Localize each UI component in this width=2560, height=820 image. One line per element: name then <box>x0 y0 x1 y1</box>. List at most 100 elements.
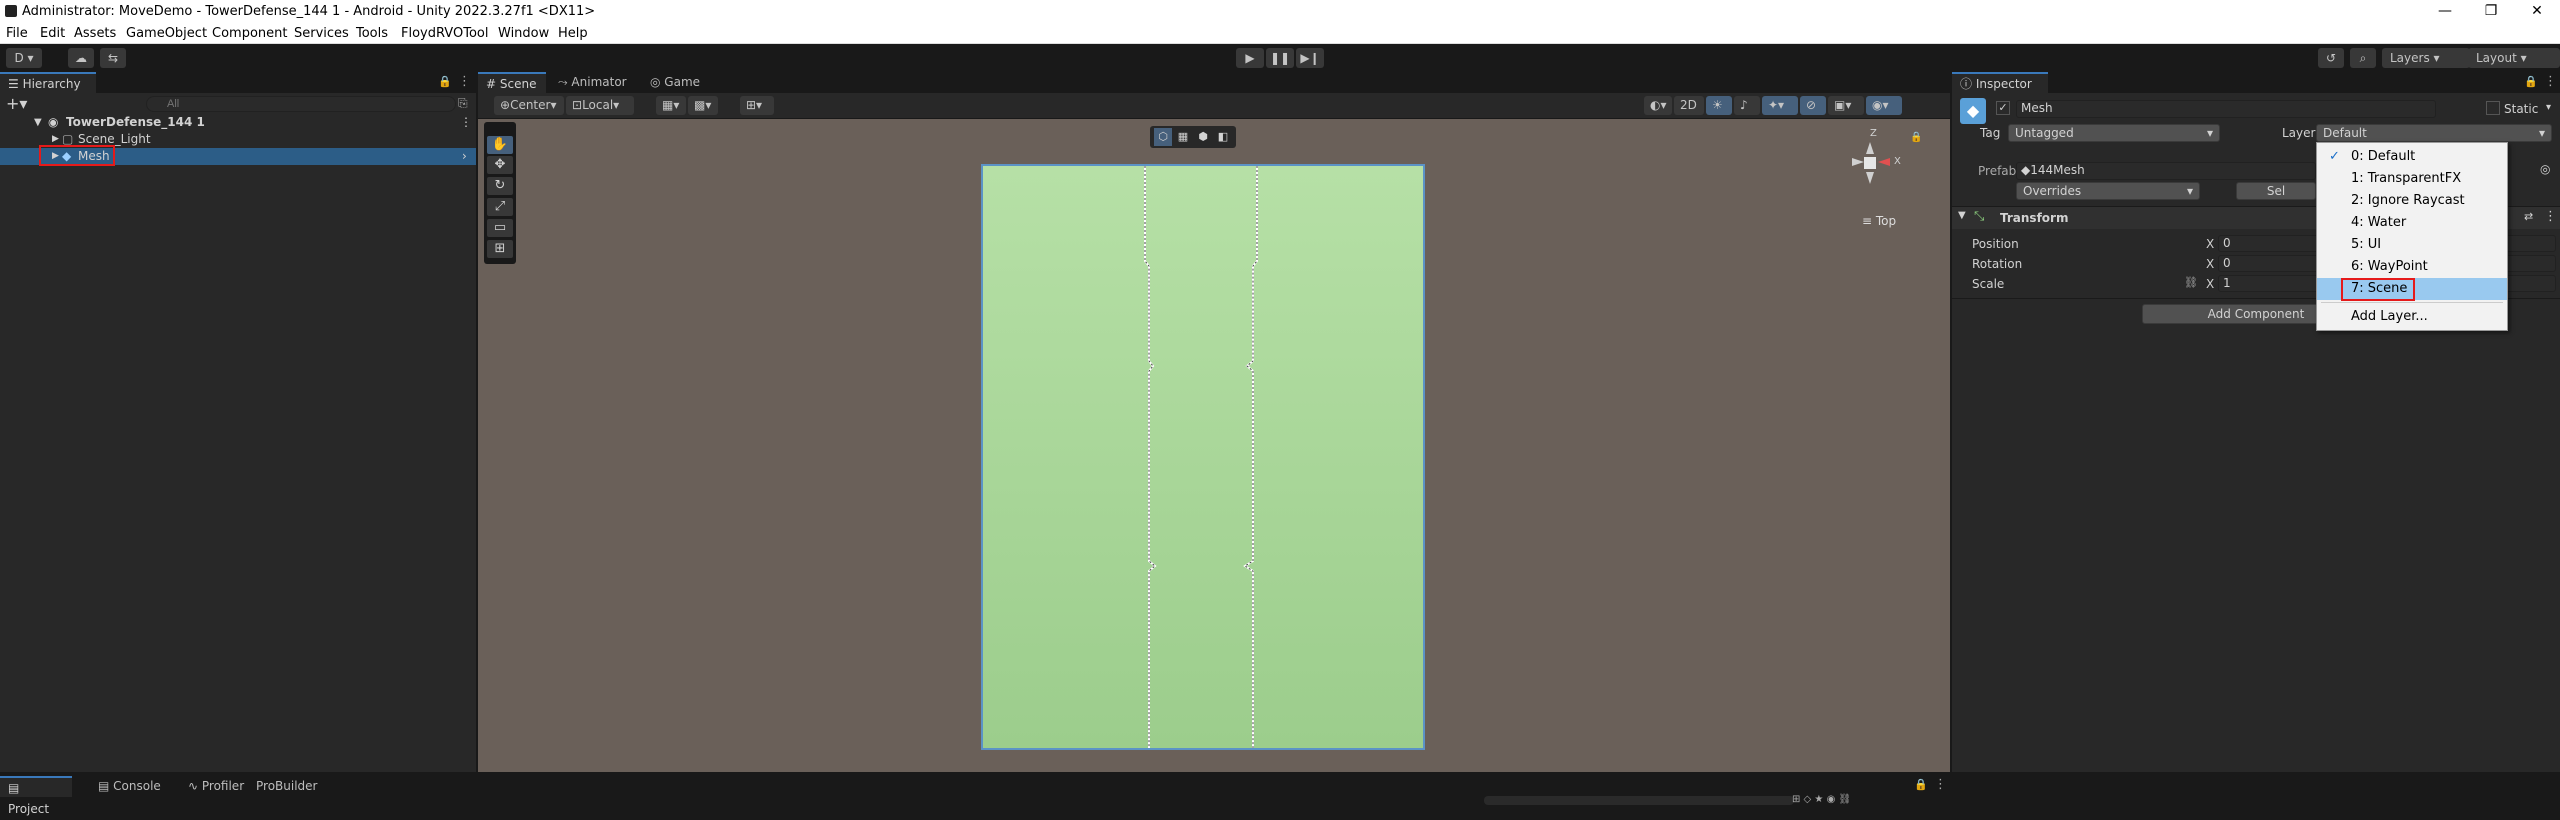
add-layer-option[interactable]: Add Layer... <box>2317 306 2507 328</box>
active-checkbox[interactable]: ✓ <box>1996 101 2010 115</box>
mesh-plane[interactable] <box>981 164 1425 750</box>
tab-hierarchy[interactable]: ☰ Hierarchy <box>0 72 96 93</box>
menu-help[interactable]: Help <box>558 26 588 41</box>
menu-window[interactable]: Window <box>498 26 549 41</box>
tab-project[interactable]: ▤ Project <box>0 776 72 816</box>
pause-button[interactable]: ❚❚ <box>1266 48 1294 68</box>
create-plus-icon[interactable]: +▾ <box>6 94 27 113</box>
layer-option-ui[interactable]: 5: UI <box>2317 234 2507 256</box>
rotate-tool-icon[interactable]: ↻ <box>487 177 513 195</box>
tag-dropdown[interactable]: Untagged ▾ <box>2008 124 2220 142</box>
hierarchy-scene-row[interactable]: ▼ ◉ TowerDefense_144 1 ⋮ <box>0 114 476 131</box>
gizmo-center-cube-icon[interactable] <box>1864 157 1876 169</box>
object-name-field[interactable]: Mesh <box>2016 100 2436 118</box>
effects-toggle-icon[interactable]: ✦▾ <box>1762 96 1798 115</box>
gizmos-toggle-icon[interactable]: ◉▾ <box>1866 96 1902 115</box>
layer-option-default[interactable]: ✓ 0: Default <box>2317 146 2507 168</box>
step-button[interactable]: ▶❙ <box>1296 48 1324 68</box>
prefab-select-button[interactable]: Sel <box>2236 182 2316 200</box>
scale-link-icon[interactable]: ⛓ <box>2184 276 2198 289</box>
scene-more-icon[interactable]: ⋮ <box>460 114 472 131</box>
lock-icon[interactable]: 🔒 <box>438 75 452 88</box>
menu-component[interactable]: Component <box>212 26 287 41</box>
tab-game[interactable]: ◎ Game <box>642 72 712 93</box>
prefab-target-icon[interactable]: ◎ <box>2540 162 2550 176</box>
tab-console[interactable]: ▤ Console <box>90 776 170 797</box>
account-dropdown[interactable]: D ▾ <box>6 48 42 68</box>
scene-visibility-icon[interactable]: ⊘ <box>1800 96 1826 115</box>
layer-option-ignore-raycast[interactable]: 2: Ignore Raycast <box>2317 190 2507 212</box>
bottom-more-icon[interactable]: ⋮ <box>1934 777 1947 792</box>
menu-assets[interactable]: Assets <box>74 26 116 41</box>
static-checkbox[interactable] <box>2486 101 2500 115</box>
draw-mode-icon[interactable]: ◐▾ <box>1644 96 1672 115</box>
toggle-2d-button[interactable]: 2D <box>1674 96 1704 115</box>
layer-option-water[interactable]: 4: Water <box>2317 212 2507 234</box>
menu-gameobject[interactable]: GameObject <box>126 26 207 41</box>
gizmo-arrow-neg-x-icon[interactable] <box>1852 158 1864 166</box>
view-grid-icon[interactable]: ▦ <box>1174 128 1192 146</box>
search-icon[interactable]: ⌕ <box>2350 48 2376 68</box>
gizmo-arrow-x-icon[interactable] <box>1878 158 1890 166</box>
project-filter-icons[interactable]: ⊞ ◇ ★ ◉ ⛓ <box>1792 794 1851 805</box>
layer-option-waypoint[interactable]: 6: WayPoint <box>2317 256 2507 278</box>
menu-file[interactable]: File <box>6 26 28 41</box>
layer-dropdown[interactable]: Default ▾ <box>2316 124 2552 142</box>
more-options-icon[interactable]: ⋮ <box>458 74 471 89</box>
view-mesh-icon[interactable]: ⬢ <box>1194 128 1212 146</box>
transform-more-icon[interactable]: ⋮ <box>2544 209 2557 224</box>
inspector-more-icon[interactable]: ⋮ <box>2544 74 2557 89</box>
layout-dropdown[interactable]: Layout ▾ <box>2468 48 2560 68</box>
play-button[interactable]: ▶ <box>1236 48 1264 68</box>
layers-dropdown[interactable]: Layers ▾ <box>2382 48 2470 68</box>
tab-inspector[interactable]: ⓘ Inspector <box>1952 72 2048 93</box>
audio-toggle-icon[interactable]: ♪ <box>1734 96 1760 115</box>
tab-probuilder[interactable]: ProBuilder <box>248 776 340 797</box>
undo-history-icon[interactable]: ↺ <box>2318 48 2344 68</box>
filter-icon[interactable]: ⎘ <box>458 96 468 111</box>
scale-tool-icon[interactable]: ⤢ <box>487 198 513 216</box>
collapse-arrow-icon[interactable]: ▼ <box>1958 210 1966 221</box>
project-search-input[interactable] <box>1484 796 1794 805</box>
view-cube-icon[interactable]: ⬡ <box>1154 128 1172 146</box>
layer-option-transparentfx[interactable]: 1: TransparentFX <box>2317 168 2507 190</box>
inspector-lock-icon[interactable]: 🔒 <box>2524 75 2538 88</box>
prefab-asset-field[interactable]: ◆144Mesh <box>2016 162 2316 180</box>
view-shaded-icon[interactable]: ◧ <box>1214 128 1232 146</box>
scene-orientation-gizmo[interactable]: Z 🔒 X ≡ Top <box>1852 128 1928 238</box>
cloud-icon[interactable]: ☁ <box>68 48 94 68</box>
tab-animator[interactable]: ⤳ Animator <box>550 72 638 93</box>
lighting-toggle-icon[interactable]: ☀ <box>1706 96 1732 115</box>
transform-tool-icon[interactable]: ⊞ <box>487 240 513 258</box>
hand-tool-icon[interactable]: ✋ <box>487 136 513 154</box>
menu-tools[interactable]: Tools <box>356 26 388 41</box>
transform-settings-icon[interactable]: ⇄ <box>2524 210 2533 223</box>
move-tool-icon[interactable]: ✥ <box>487 156 513 174</box>
expand-arrow-icon[interactable]: ▼ <box>34 114 42 131</box>
grid-snap-icon[interactable]: ▦▾ <box>656 96 686 115</box>
snap-increment-icon[interactable]: ▩▾ <box>688 96 718 115</box>
rect-tool-icon[interactable]: ▭ <box>487 219 513 237</box>
align-icon[interactable]: ⊞▾ <box>740 96 774 115</box>
minimize-button[interactable]: — <box>2422 0 2468 23</box>
gizmo-view-label[interactable]: ≡ Top <box>1862 214 1896 228</box>
camera-settings-icon[interactable]: ▣▾ <box>1828 96 1864 115</box>
menu-edit[interactable]: Edit <box>40 26 65 41</box>
open-prefab-arrow-icon[interactable]: › <box>462 148 467 165</box>
gizmo-arrow-z-icon[interactable] <box>1866 142 1874 154</box>
menu-services[interactable]: Services <box>294 26 349 41</box>
maximize-button[interactable]: ❐ <box>2468 0 2514 23</box>
pivot-center-dropdown[interactable]: ⊕Center▾ <box>494 96 564 115</box>
menu-floydrvotool[interactable]: FloydRVOTool <box>401 26 488 41</box>
gizmo-lock-icon[interactable]: 🔒 <box>1910 132 1922 143</box>
gizmo-arrow-neg-z-icon[interactable] <box>1866 172 1874 184</box>
hierarchy-search-input[interactable] <box>146 96 456 112</box>
collab-icon[interactable]: ⇆ <box>100 48 126 68</box>
pivot-space-dropdown[interactable]: ⊡Local▾ <box>566 96 634 115</box>
overrides-dropdown[interactable]: Overrides ▾ <box>2016 182 2200 200</box>
bottom-lock-icon[interactable]: 🔒 <box>1914 778 1928 791</box>
tab-scene[interactable]: # Scene <box>478 72 546 93</box>
dropdown-arrow-icon: ▾ <box>2206 126 2213 140</box>
static-dropdown-arrow-icon[interactable]: ▾ <box>2546 102 2551 113</box>
close-button[interactable]: ✕ <box>2514 0 2560 23</box>
